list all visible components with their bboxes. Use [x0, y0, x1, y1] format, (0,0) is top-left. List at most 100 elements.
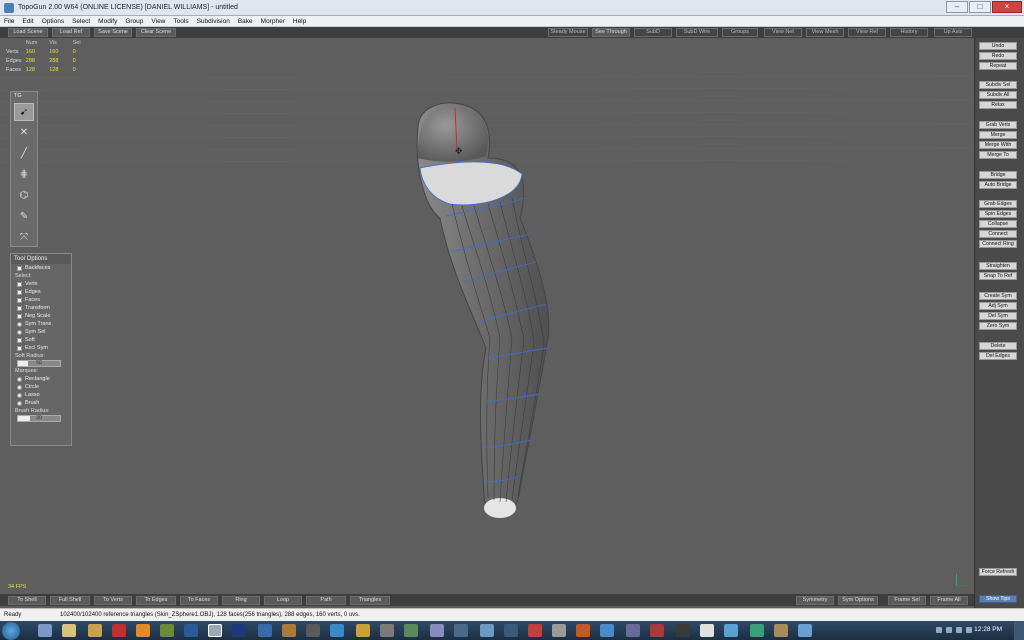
3d-viewport[interactable]: ✥ Num Vis Sel Verts 160 160 0 Edges 288 …: [0, 38, 974, 594]
brush-radius-slider[interactable]: 30: [17, 415, 61, 422]
brush-tool-icon[interactable]: ⋕: [14, 166, 34, 184]
taskbar-app-icon[interactable]: [650, 624, 664, 637]
menu-view[interactable]: View: [147, 18, 169, 25]
taskbar-app-icon[interactable]: [258, 624, 272, 637]
cut-tool-icon[interactable]: ✕: [14, 124, 34, 142]
connect-button[interactable]: Connect: [979, 230, 1017, 238]
del-sym-button[interactable]: Del Sym: [979, 312, 1017, 320]
undo-button[interactable]: Undo: [979, 42, 1017, 50]
collapse-button[interactable]: Collapse: [979, 220, 1017, 228]
taskbar-app-icon[interactable]: [576, 624, 590, 637]
marquee-lasso-radio[interactable]: Lasso: [11, 391, 71, 399]
frame-all-button[interactable]: Frame All: [930, 596, 968, 605]
soft-radius-slider[interactable]: 50: [17, 360, 61, 367]
full-shell-button[interactable]: Full Shell: [50, 596, 90, 605]
steady-mouse-toggle[interactable]: Steady Mouse: [548, 28, 588, 37]
merge-with-button[interactable]: Merge With: [979, 141, 1017, 149]
menu-tools[interactable]: Tools: [169, 18, 192, 25]
show-desktop-button[interactable]: [1014, 621, 1024, 640]
frame-sel-button[interactable]: Frame Sel: [888, 596, 926, 605]
force-refresh-button[interactable]: Force Refresh: [979, 568, 1017, 576]
tray-icon[interactable]: [936, 627, 942, 633]
connect-ring-button[interactable]: Connect Ring: [979, 240, 1017, 248]
del-edges-button[interactable]: Del Edges: [979, 352, 1017, 360]
menu-help[interactable]: Help: [289, 18, 310, 25]
select-edges-checkbox[interactable]: Edges: [11, 288, 71, 296]
taskbar-app-icon[interactable]: [112, 624, 126, 637]
volume-icon[interactable]: [966, 627, 972, 633]
auto-bridge-button[interactable]: Auto Bridge: [979, 181, 1017, 189]
merge-button[interactable]: Merge: [979, 131, 1017, 139]
minimize-button[interactable]: –: [946, 1, 968, 13]
see-through-toggle[interactable]: See Through: [592, 28, 630, 37]
subd-toggle[interactable]: SubD: [634, 28, 672, 37]
taskbar-app-icon[interactable]: [380, 624, 394, 637]
taskbar-app-icon[interactable]: [552, 624, 566, 637]
taskbar-app-icon[interactable]: [404, 624, 418, 637]
taskbar-app-icon[interactable]: [88, 624, 102, 637]
zero-sym-button[interactable]: Zero Sym: [979, 322, 1017, 330]
menu-bake[interactable]: Bake: [234, 18, 257, 25]
neg-scale-checkbox[interactable]: Neg Scale: [11, 312, 71, 320]
to-verts-button[interactable]: To Verts: [94, 596, 132, 605]
sym-trans-radio[interactable]: Sym Trans: [11, 320, 71, 328]
select-tool-icon[interactable]: ➹: [14, 103, 34, 121]
to-shell-button[interactable]: To Shell: [8, 596, 46, 605]
marquee-rectangle-radio[interactable]: Rectangle: [11, 375, 71, 383]
triangles-button[interactable]: Triangles: [350, 596, 390, 605]
taskbar-app-icon[interactable]: [750, 624, 764, 637]
taskbar-app-icon[interactable]: [430, 624, 444, 637]
up-axis-toggle[interactable]: Up Axis: [934, 28, 972, 37]
redo-button[interactable]: Redo: [979, 52, 1017, 60]
save-scene-button[interactable]: Save Scene: [94, 28, 132, 37]
grab-edges-button[interactable]: Grab Edges: [979, 200, 1017, 208]
taskbar-app-icon[interactable]: [62, 624, 76, 637]
menu-subdivision[interactable]: Subdivision: [193, 18, 234, 25]
loop-button[interactable]: Loop: [264, 596, 302, 605]
path-button[interactable]: Path: [306, 596, 346, 605]
taskbar-app-icon[interactable]: [330, 624, 344, 637]
view-ref-toggle[interactable]: View Ref: [848, 28, 886, 37]
taskbar-app-icon[interactable]: [724, 624, 738, 637]
symmetry-button[interactable]: Symmetry: [796, 596, 834, 605]
excl-sym-checkbox[interactable]: Excl Sym: [11, 344, 71, 352]
tray-icon[interactable]: [946, 627, 952, 633]
create-sym-button[interactable]: Create Sym: [979, 292, 1017, 300]
arm-mesh[interactable]: ✥: [416, 102, 550, 518]
grab-verts-button[interactable]: Grab Verts: [979, 121, 1017, 129]
ring-button[interactable]: Ring: [222, 596, 260, 605]
subdiv-sel-button[interactable]: Subdiv Sel: [979, 81, 1017, 89]
taskbar-app-icon[interactable]: [700, 624, 714, 637]
taskbar-topogun-icon[interactable]: [208, 624, 222, 637]
menu-options[interactable]: Options: [38, 18, 68, 25]
menu-select[interactable]: Select: [68, 18, 94, 25]
relax-button[interactable]: Relax: [979, 101, 1017, 109]
load-scene-button[interactable]: Load Scene: [8, 28, 48, 37]
draw-tool-icon[interactable]: ╱: [14, 145, 34, 163]
taskbar-app-icon[interactable]: [160, 624, 174, 637]
menu-morpher[interactable]: Morpher: [257, 18, 289, 25]
start-button-icon[interactable]: [2, 622, 20, 640]
taskbar-app-icon[interactable]: [480, 624, 494, 637]
network-icon[interactable]: [956, 627, 962, 633]
taskbar-app-icon[interactable]: [356, 624, 370, 637]
taskbar-app-icon[interactable]: [626, 624, 640, 637]
taskbar-clock[interactable]: 12:28 PM: [974, 626, 1002, 633]
taskbar-app-icon[interactable]: [528, 624, 542, 637]
close-button[interactable]: ×: [992, 1, 1022, 13]
taskbar-app-icon[interactable]: [232, 624, 246, 637]
taskbar-app-icon[interactable]: [504, 624, 518, 637]
merge-to-button[interactable]: Merge To: [979, 151, 1017, 159]
straighten-button[interactable]: Straighten: [979, 262, 1017, 270]
extrude-tool-icon[interactable]: ⤧: [14, 229, 34, 247]
view-net-toggle[interactable]: View Net: [764, 28, 802, 37]
taskbar-app-icon[interactable]: [798, 624, 812, 637]
delete-button[interactable]: Delete: [979, 342, 1017, 350]
marquee-brush-radio[interactable]: Brush: [11, 399, 71, 407]
maximize-button[interactable]: □: [969, 1, 991, 13]
taskbar-app-icon[interactable]: [600, 624, 614, 637]
bridge-button[interactable]: Bridge: [979, 171, 1017, 179]
taskbar-app-icon[interactable]: [184, 624, 198, 637]
spin-edges-button[interactable]: Spin Edges: [979, 210, 1017, 218]
menu-file[interactable]: File: [0, 18, 18, 25]
